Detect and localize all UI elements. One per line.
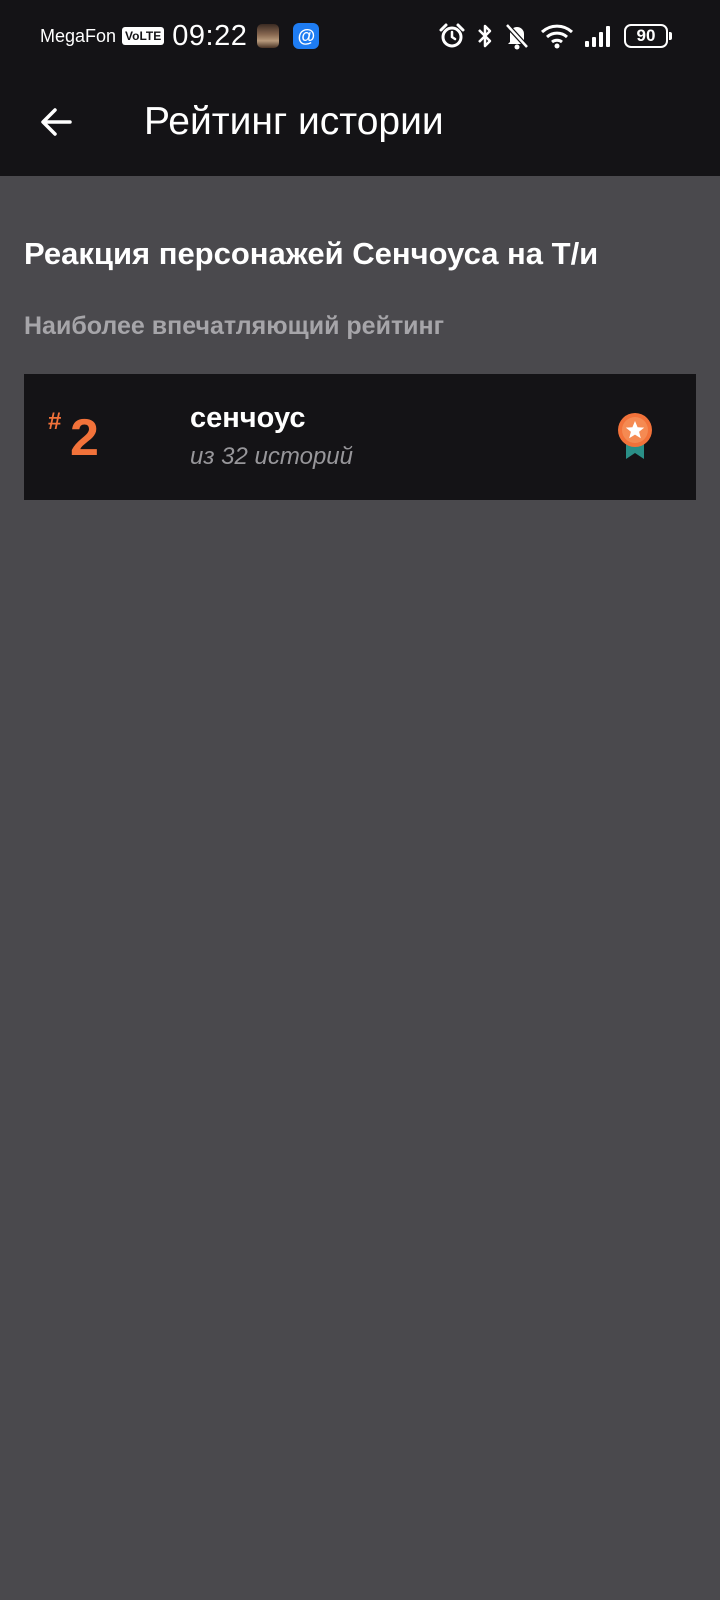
volte-badge: VoLTE xyxy=(122,27,165,45)
medal-star-icon xyxy=(618,413,652,459)
bell-muted-icon xyxy=(505,23,529,50)
ranking-subtitle: из 32 историй xyxy=(190,443,353,470)
app-bar: Рейтинг истории xyxy=(0,70,720,176)
rank-number: 2 xyxy=(70,409,99,467)
carrier-name: MegaFon xyxy=(40,25,117,46)
mail-notification-icon: @ xyxy=(293,23,320,49)
status-bar: MegaFon VoLTE 09:22 @ 90 xyxy=(0,0,720,70)
story-title: Реакция персонажей Сенчоуса на Т/и xyxy=(24,236,599,271)
alarm-icon xyxy=(439,23,465,48)
page-title: Рейтинг истории xyxy=(144,100,444,143)
status-bar-right: 90 xyxy=(428,18,672,54)
section-label: Наиболее впечатляющий рейтинг xyxy=(24,312,445,340)
back-button[interactable] xyxy=(32,98,80,146)
wifi-icon xyxy=(540,24,574,49)
rank-hash: # xyxy=(48,408,62,435)
bluetooth-icon xyxy=(478,24,492,48)
signal-icon xyxy=(585,26,610,47)
arrow-left-icon xyxy=(41,108,72,136)
status-bar-left: MegaFon VoLTE 09:22 @ xyxy=(40,18,320,54)
clock: 09:22 xyxy=(172,19,248,52)
ranking-tag-name: сенчоус xyxy=(190,402,306,434)
battery-icon: 90 xyxy=(624,24,672,48)
ranking-card[interactable]: # 2 сенчоус из 32 историй xyxy=(24,374,696,500)
notification-avatar-icon xyxy=(257,24,280,48)
